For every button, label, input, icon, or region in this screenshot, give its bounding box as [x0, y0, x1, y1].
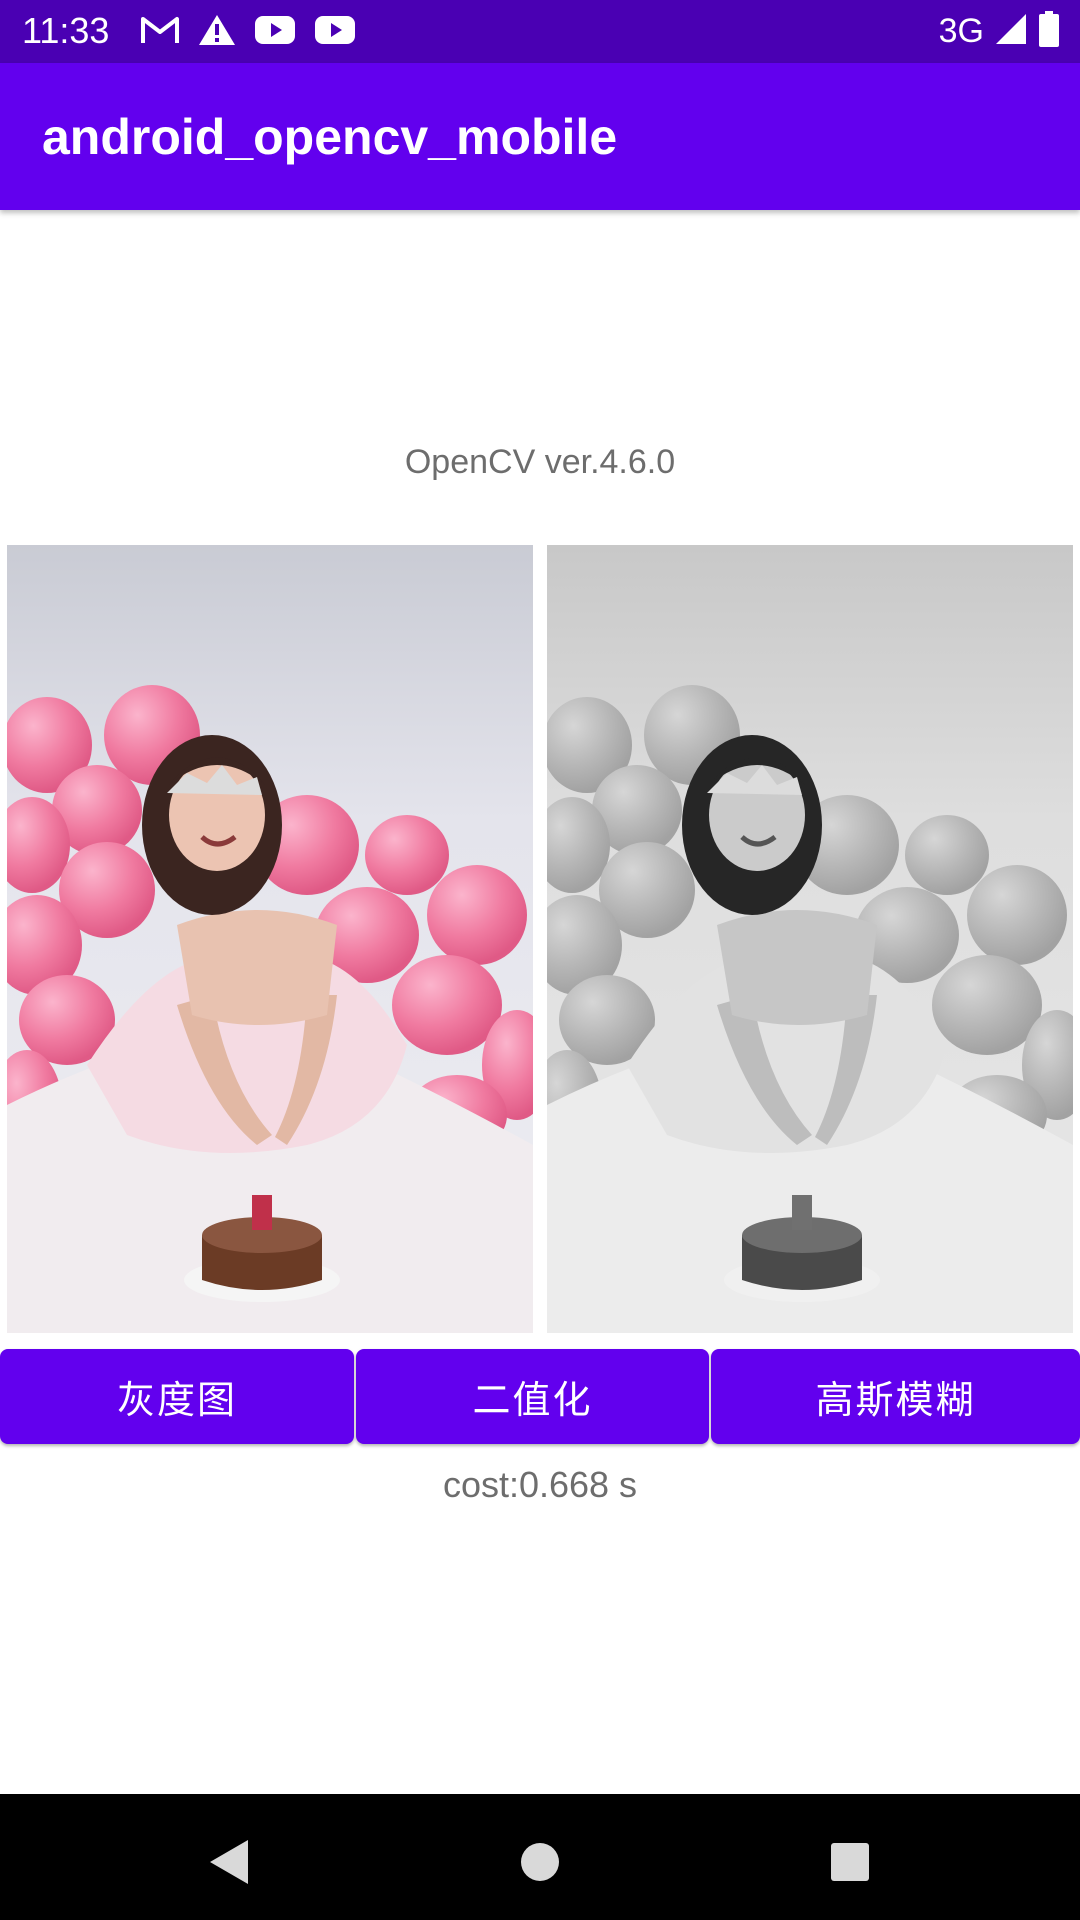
home-icon[interactable]: [510, 1832, 570, 1892]
navigation-bar: [0, 1794, 1080, 1920]
battery-icon: [1038, 11, 1060, 51]
gaussian-blur-button[interactable]: 高斯模糊: [711, 1349, 1080, 1444]
notification-icons: [140, 12, 356, 52]
back-icon[interactable]: [198, 1832, 258, 1892]
screen: 11:33 3G android_opencv_mobile OpenCV ve…: [0, 0, 1080, 1920]
processed-image: [547, 545, 1073, 1333]
grayscale-button[interactable]: 灰度图: [0, 1349, 354, 1444]
opencv-version-text: OpenCV ver.4.6.0: [404, 443, 676, 481]
binarize-button[interactable]: 二值化: [356, 1349, 709, 1444]
youtube-icon: [314, 15, 356, 49]
gmail-icon: [140, 15, 180, 49]
network-type: 3G: [938, 12, 984, 50]
original-image: [7, 545, 533, 1333]
app-bar: android_opencv_mobile: [0, 63, 1080, 210]
youtube-icon: [254, 15, 296, 49]
status-time: 11:33: [22, 10, 110, 51]
signal-icon: [994, 12, 1028, 50]
system-status-icons: 3G: [939, 8, 1060, 54]
status-bar: 11:33 3G: [0, 0, 1080, 63]
warning-icon: [198, 13, 236, 51]
app-title: android_opencv_mobile: [42, 109, 618, 165]
recents-icon[interactable]: [820, 1832, 880, 1892]
cost-text: cost:0.668 s: [442, 1464, 638, 1505]
